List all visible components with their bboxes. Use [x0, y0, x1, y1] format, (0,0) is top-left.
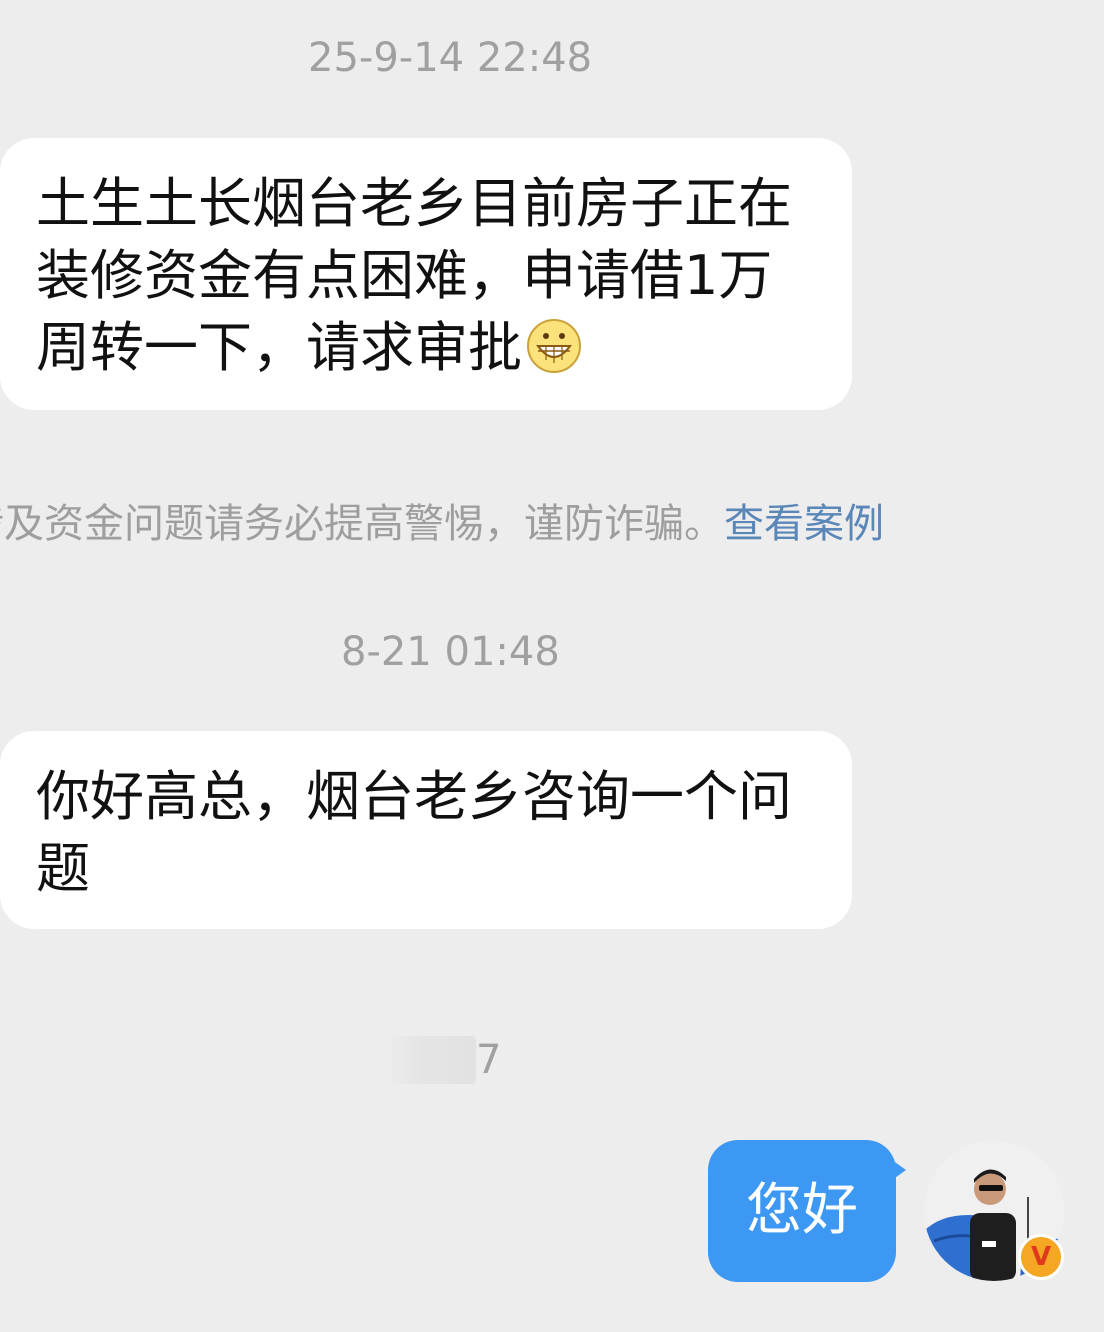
timestamp-first: 25-9-14 22:48: [308, 35, 593, 81]
blurred-timestamp: [384, 1036, 476, 1084]
message-bubble-incoming[interactable]: 土生土长烟台老乡目前房子正在 装修资金有点困难，申请借1万 周转一下，请求审批: [0, 138, 852, 410]
message-text: 你好高总，烟台老乡咨询一个问 题: [36, 765, 792, 900]
message-bubble-outgoing[interactable]: 您好: [708, 1140, 896, 1282]
fraud-warning-text: 涉及资金问题请务必提高警惕，谨防诈骗。: [0, 501, 724, 547]
bubble-tail: [892, 1160, 906, 1180]
grinning-face-emoji-icon: [527, 319, 581, 373]
message-text: 您好: [746, 1178, 858, 1243]
timestamp-second: 8-21 01:48: [341, 629, 560, 675]
chat-view: 25-9-14 22:48 土生土长烟台老乡目前房子正在 装修资金有点困难，申请…: [0, 0, 1104, 1332]
message-bubble-incoming[interactable]: 你好高总，烟台老乡咨询一个问 题: [0, 731, 852, 929]
message-text: 土生土长烟台老乡目前房子正在 装修资金有点困难，申请借1万 周转一下，请求审批: [36, 172, 792, 379]
fraud-warning: 涉及资金问题请务必提高警惕，谨防诈骗。查看案例: [0, 500, 920, 548]
view-cases-link[interactable]: 查看案例: [724, 501, 884, 547]
blurred-timestamp-digit: 7: [476, 1037, 502, 1083]
verified-badge-icon: V: [1018, 1234, 1064, 1280]
